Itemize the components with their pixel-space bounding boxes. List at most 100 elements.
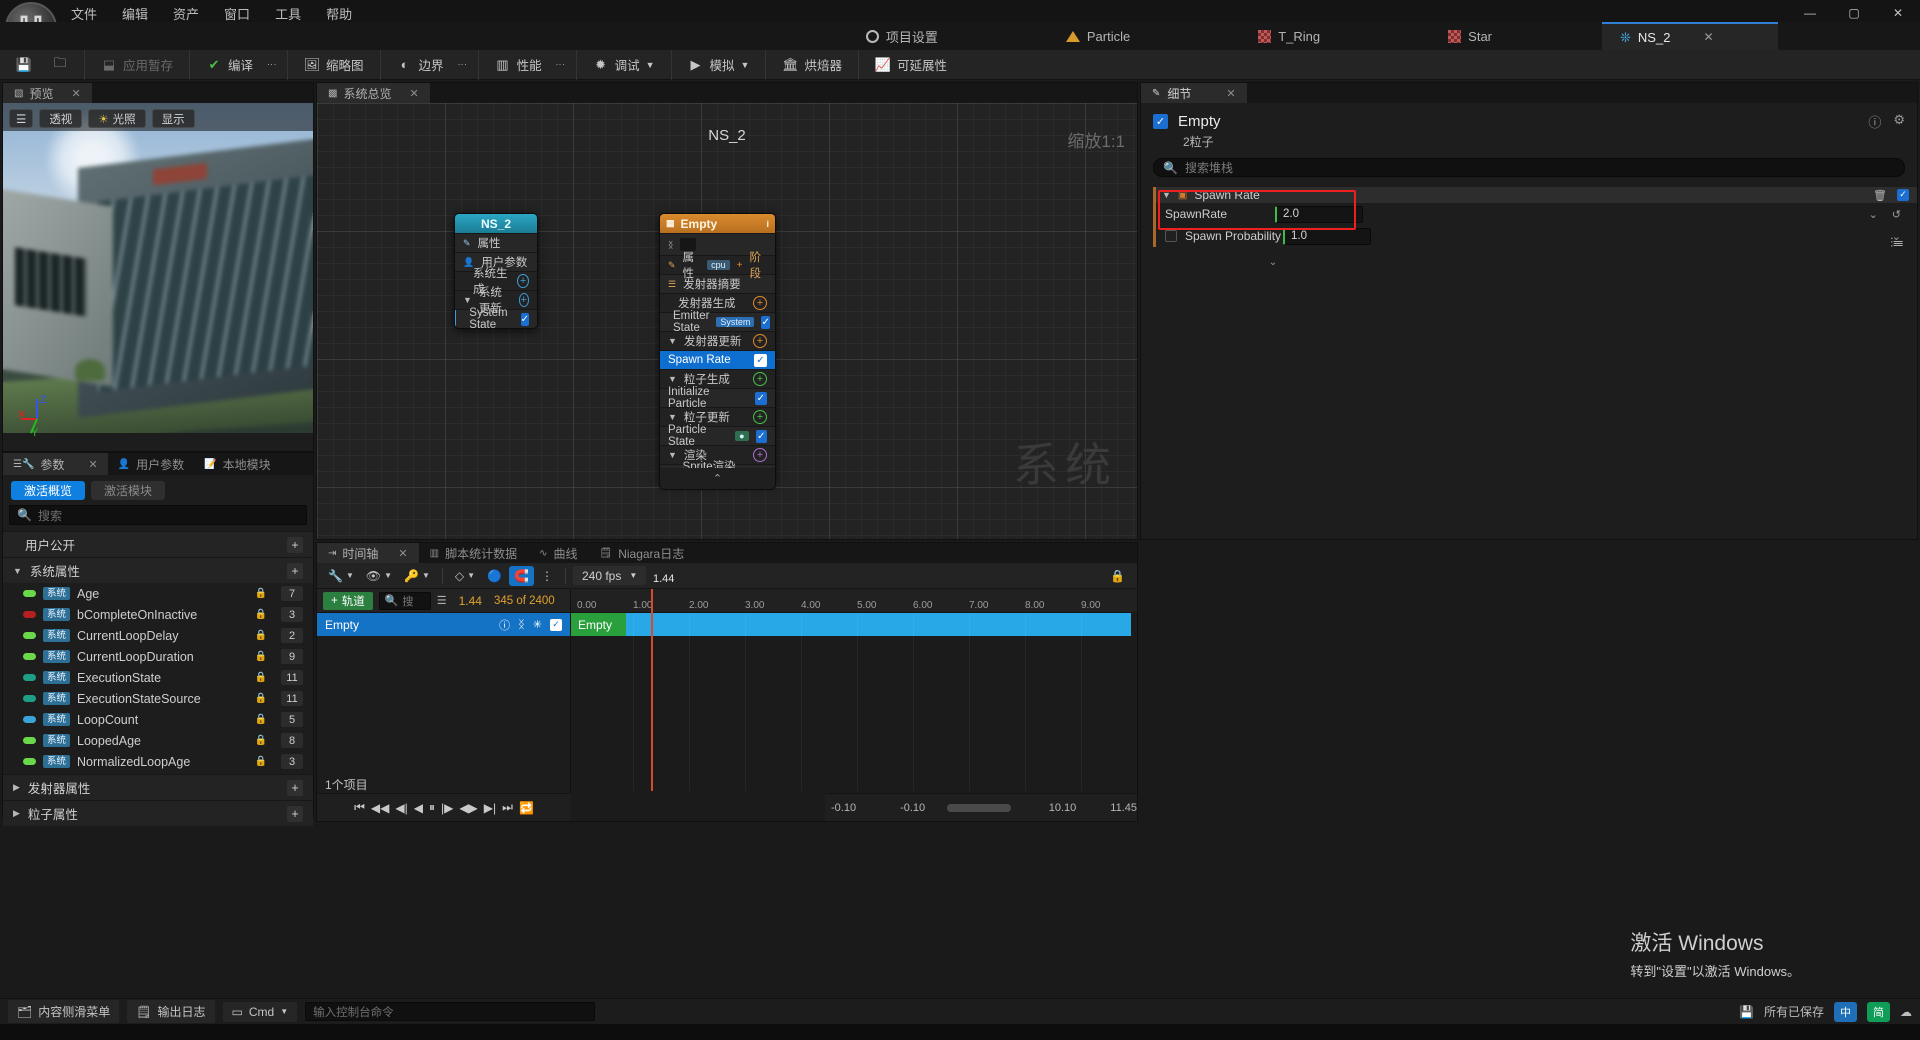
- add-stage-icon[interactable]: +: [737, 260, 743, 271]
- timeline-tool-keyframe[interactable]: ◇ ▼: [450, 566, 480, 586]
- viewport-perspective-button[interactable]: 透视: [39, 109, 83, 128]
- timeline-tool-wrench[interactable]: 🔧 ▼: [323, 566, 359, 586]
- close-icon[interactable]: ✕: [88, 458, 97, 471]
- play-reverse-button[interactable]: ◀: [414, 801, 423, 815]
- loop-button[interactable]: 🔁: [519, 801, 534, 815]
- go-to-end-button[interactable]: ⏭: [502, 800, 513, 815]
- pin-icon[interactable]: ᛝ: [518, 619, 525, 631]
- toggle-active-modules[interactable]: 激活模块: [91, 481, 166, 500]
- details-collapse-handle[interactable]: ⌄: [1153, 257, 1393, 268]
- tab-script-stats[interactable]: ▥ 脚本统计数据: [419, 543, 528, 563]
- spawn-rate-checkbox[interactable]: ✓: [754, 353, 767, 367]
- close-icon[interactable]: ✕: [409, 87, 418, 100]
- tab-star[interactable]: Star: [1430, 22, 1510, 50]
- timeline-tool-snap[interactable]: 🧲: [509, 565, 534, 586]
- timeline-tool-sphere[interactable]: 🔵: [482, 566, 507, 586]
- scalability-button[interactable]: 📈 可延展性: [865, 52, 957, 78]
- ime-indicator[interactable]: 中: [1834, 1001, 1857, 1022]
- timeline-playhead[interactable]: 1.44: [651, 573, 674, 791]
- browse-button[interactable]: 🗀: [42, 52, 78, 78]
- add-emitter-spawn-module-button[interactable]: +: [753, 296, 767, 310]
- list-item[interactable]: 系统 NormalizedLoopAge 🔒 3: [3, 751, 313, 772]
- console-command-input[interactable]: 输入控制台命令: [305, 1002, 596, 1021]
- section-user-exposed[interactable]: 用户公开 +: [3, 531, 313, 557]
- section-system-attributes[interactable]: ▼ 系统属性 +: [3, 557, 313, 583]
- tab-niagara-log[interactable]: 🗒 Niagara日志: [589, 543, 696, 563]
- thumbnail-button[interactable]: 🖼 缩略图: [294, 52, 374, 78]
- spawn-rate-value-input[interactable]: 2.0: [1275, 205, 1363, 223]
- add-system-update-module-button[interactable]: +: [518, 293, 529, 307]
- play-button[interactable]: ▶|: [484, 801, 496, 815]
- spawn-probability-value-input[interactable]: 1.0: [1283, 227, 1371, 245]
- details-property-row[interactable]: SpawnRate 2.0 ⌄ ↺: [1153, 203, 1917, 225]
- add-system-attribute-button[interactable]: +: [287, 562, 303, 579]
- emitter-node-module-spawn-rate[interactable]: Spawn Rate ✓: [660, 350, 775, 369]
- list-item[interactable]: 系统 LoopedAge 🔒 8: [3, 730, 313, 751]
- add-renderer-button[interactable]: +: [753, 448, 767, 462]
- viewport-menu-button[interactable]: ☰: [9, 109, 34, 128]
- chevron-down-icon[interactable]: ⌄: [1869, 208, 1878, 221]
- list-item[interactable]: 系统 CurrentLoopDuration 🔒 9: [3, 646, 313, 667]
- simulate-button[interactable]: ▶ 模拟 ▼: [678, 52, 760, 78]
- emitter-node[interactable]: ▦ Empty i ᛝ ✎ 属性 cpu + 阶段 ☰ 发射器摘要 发射器生成 …: [659, 213, 776, 484]
- add-emitter-attribute-button[interactable]: +: [287, 779, 303, 796]
- output-log-button[interactable]: 🗒 输出日志: [127, 1000, 215, 1023]
- tab-curves[interactable]: ∿ 曲线: [528, 543, 588, 563]
- emitter-node-module-initialize-particle[interactable]: Initialize Particle ✓: [660, 386, 775, 410]
- timeline-clip-label[interactable]: Empty: [571, 613, 626, 636]
- details-module-header[interactable]: ▼ ▣ Spawn Rate 🗑 ✓: [1153, 187, 1917, 203]
- gear-icon[interactable]: ⚙: [1893, 112, 1905, 131]
- timeline-track-row[interactable]: Empty ⓘ ᛝ ✳ ✓: [317, 613, 570, 636]
- compile-button[interactable]: ✔ 编译: [196, 52, 263, 78]
- timeline-tool-visibility[interactable]: 👁 ▼: [361, 566, 397, 586]
- track-enabled-checkbox[interactable]: ✓: [550, 618, 562, 631]
- list-item[interactable]: 系统 bCompleteOnInactive 🔒 3: [3, 604, 313, 625]
- viewport-lighting-button[interactable]: ☀ 光照: [88, 109, 146, 128]
- go-to-start-button[interactable]: ⏮: [354, 800, 365, 815]
- save-button[interactable]: 💾: [6, 52, 42, 78]
- tab-particle[interactable]: Particle: [1048, 22, 1148, 50]
- viewport-show-button[interactable]: 显示: [151, 109, 195, 128]
- details-property-row[interactable]: Spawn Probability 1.0 ⌄: [1153, 225, 1917, 247]
- add-emitter-update-module-button[interactable]: +: [753, 334, 767, 348]
- close-icon[interactable]: ✕: [71, 87, 80, 100]
- timeline-fps-selector[interactable]: 240 fps ▼: [572, 566, 647, 585]
- add-user-exposed-button[interactable]: +: [287, 536, 303, 553]
- close-icon[interactable]: ✕: [1703, 30, 1713, 44]
- ime-mode-indicator[interactable]: 简: [1867, 1001, 1890, 1022]
- info-icon[interactable]: ⓘ: [499, 617, 510, 633]
- prev-key-button[interactable]: ◀◀: [371, 801, 389, 815]
- delete-icon[interactable]: 🗑: [1873, 189, 1887, 202]
- emitter-node-module-particle-state[interactable]: Particle State ● ✓: [660, 424, 775, 448]
- node-graph-canvas[interactable]: NS_2 缩放1:1 系统 NS_2 ✎ 属性 👤 用户参数 系统生成 + ▼ …: [317, 103, 1137, 539]
- emitter-state-checkbox[interactable]: ✓: [761, 315, 770, 329]
- tray-icon[interactable]: ☁: [1900, 1005, 1912, 1019]
- compile-options-icon[interactable]: ⋮: [263, 60, 281, 70]
- particle-state-checkbox[interactable]: ✓: [755, 429, 767, 443]
- system-node-row-properties[interactable]: ✎ 属性: [455, 233, 537, 252]
- performance-button[interactable]: ▥ 性能: [485, 52, 552, 78]
- timeline-horizontal-scrollbar[interactable]: [947, 803, 1011, 812]
- emitter-node-row-properties[interactable]: ✎ 属性 cpu + 阶段: [660, 252, 775, 280]
- next-key-button[interactable]: ◀▶: [459, 801, 477, 815]
- tab-timeline[interactable]: ⇥ 时间轴 ✕: [317, 543, 419, 563]
- content-drawer-button[interactable]: 🗂 内容侧滑菜单: [8, 1000, 120, 1023]
- pause-button[interactable]: ⏸: [429, 800, 435, 815]
- baker-button[interactable]: 🏛 烘焙器: [772, 52, 852, 78]
- timeline-tool-keys[interactable]: 🔑 ▼: [399, 566, 435, 586]
- timeline-ruler[interactable]: 0.00 1.00 2.00 3.00 4.00 5.00 6.00 7.00 …: [571, 589, 1137, 613]
- system-node-module-system-state[interactable]: System State ✓: [455, 307, 537, 328]
- debug-button[interactable]: ✹ 调试 ▼: [583, 52, 665, 78]
- parameters-search-input[interactable]: 🔍 搜索: [9, 505, 307, 525]
- tab-project-settings[interactable]: 项目设置: [848, 22, 956, 50]
- section-particle-attributes[interactable]: ▶ 粒子属性 +: [3, 800, 313, 826]
- tab-ns-2[interactable]: ❊ NS_2 ✕: [1602, 22, 1778, 50]
- bounds-button[interactable]: ◐ 边界: [387, 52, 454, 78]
- list-item[interactable]: 系统 LoopCount 🔒 5: [3, 709, 313, 730]
- emitter-node-collapse-handle[interactable]: ⌃: [659, 468, 776, 490]
- close-icon[interactable]: ✕: [398, 547, 407, 560]
- performance-options-icon[interactable]: ⋮: [552, 60, 570, 70]
- tab-local-modules[interactable]: 📝 本地模块: [194, 453, 280, 475]
- apply-scratch-button[interactable]: ⬓ 应用暂存: [91, 52, 183, 78]
- spawn-probability-checkbox[interactable]: [1165, 230, 1177, 242]
